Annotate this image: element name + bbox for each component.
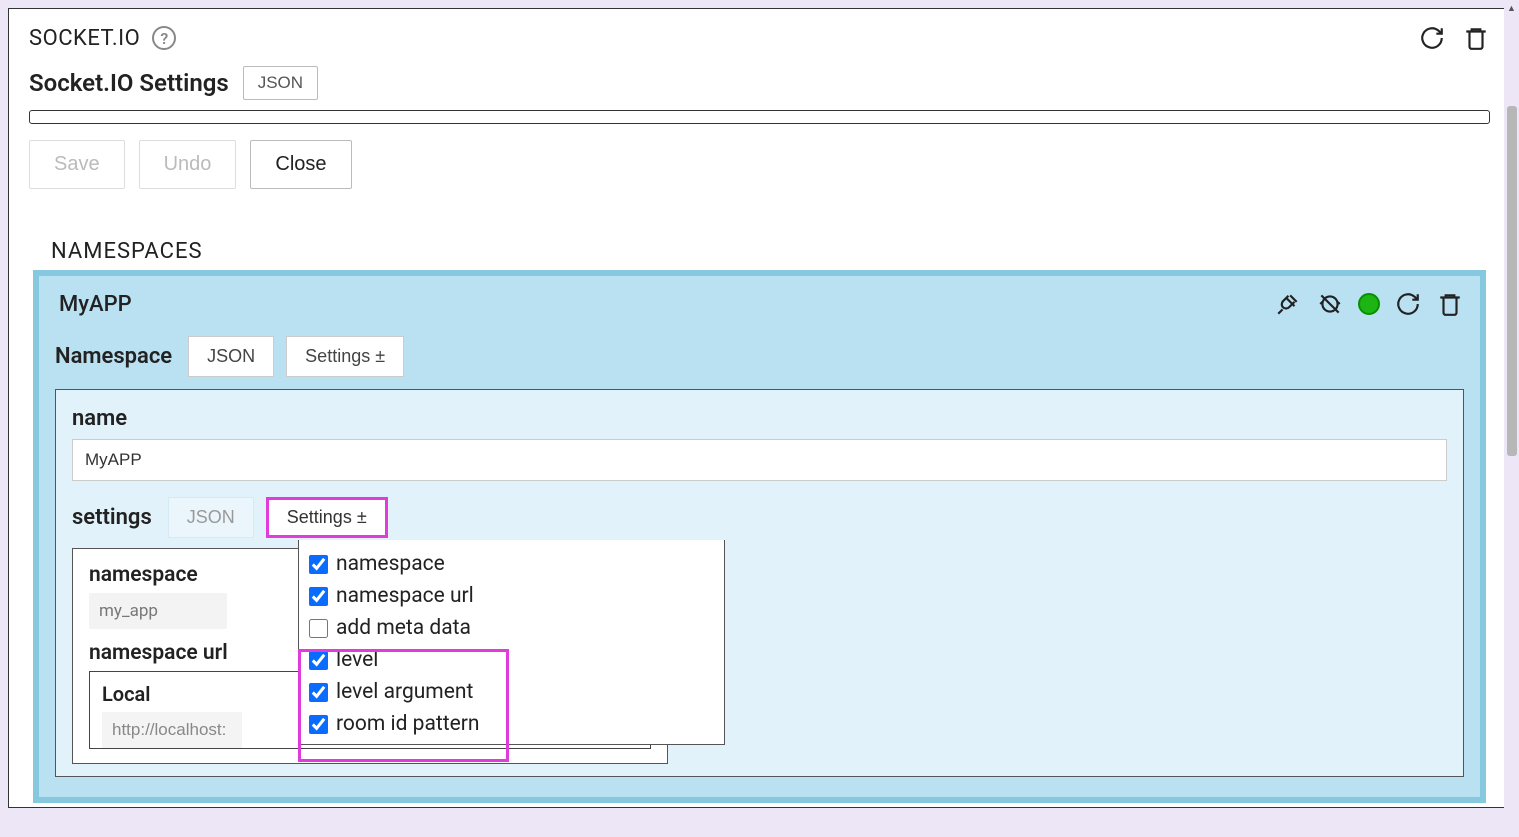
name-field-label: name [72,406,1447,431]
header-left: SOCKET.IO ? [29,26,176,51]
namespace-header: MyAPP [55,290,1464,318]
close-button[interactable]: Close [250,140,351,189]
scrollbar-thumb[interactable] [1507,106,1517,456]
namespace-card: MyAPP Na [39,276,1480,797]
inner-settings-toggle-button[interactable]: Settings ± [266,497,388,538]
check-namespace-url[interactable] [309,587,328,606]
undo-button[interactable]: Undo [139,140,237,189]
check-namespace[interactable] [309,555,328,574]
namespace-tab-label: Namespace [55,344,172,369]
main-window: SOCKET.IO ? Socket.IO Settings JSON Save… [8,8,1511,808]
header-actions [1418,24,1490,52]
inner-settings-label: settings [72,505,152,530]
dropdown-item-namespace-url[interactable]: namespace url [307,580,716,612]
namespace-panel: name settings JSON Settings ± namespace … [55,389,1464,777]
namespace-trash-icon[interactable] [1436,290,1464,318]
inner-settings-row: settings JSON Settings ± [72,497,1447,538]
status-dot-icon [1358,293,1380,315]
dropdown-item-add-meta-data[interactable]: add meta data [307,612,716,644]
bell-off-icon[interactable] [1316,290,1344,318]
action-buttons: Save Undo Close [29,140,1490,189]
scrollbar[interactable]: ▲ [1504,0,1519,837]
namespace-refresh-icon[interactable] [1394,290,1422,318]
check-add-meta-data[interactable] [309,619,328,638]
help-icon[interactable]: ? [152,26,176,50]
namespace-tab-row: Namespace JSON Settings ± [55,336,1464,377]
inner-json-button[interactable]: JSON [168,497,254,538]
dropdown-item-namespace[interactable]: namespace [307,548,716,580]
refresh-icon[interactable] [1418,24,1446,52]
namespace-actions [1274,290,1464,318]
namespace-settings-button[interactable]: Settings ± [286,336,404,377]
url-input[interactable] [102,712,242,748]
settings-title: Socket.IO Settings [29,69,229,97]
name-input[interactable] [72,439,1447,481]
dropdown-item-level-argument[interactable]: level argument [307,676,716,708]
check-room-id-pattern[interactable] [309,715,328,734]
app-title: SOCKET.IO [29,26,140,51]
save-button[interactable]: Save [29,140,125,189]
namespaces-label: NAMESPACES [51,239,1490,264]
namespace-card-outer: MyAPP Na [33,270,1486,803]
check-level-argument[interactable] [309,683,328,702]
settings-dropdown: namespace namespace url add meta data le… [298,540,725,745]
scroll-up-icon[interactable]: ▲ [1504,0,1519,16]
dropdown-item-level[interactable]: level [307,644,716,676]
settings-json-button[interactable]: JSON [243,66,318,100]
settings-title-row: Socket.IO Settings JSON [29,66,1490,100]
inner-namespace-value: my_app [89,593,227,629]
trash-icon[interactable] [1462,24,1490,52]
check-level[interactable] [309,651,328,670]
dropdown-item-room-id-pattern[interactable]: room id pattern [307,708,716,740]
plug-icon[interactable] [1274,290,1302,318]
header-row: SOCKET.IO ? [29,24,1490,52]
namespace-name: MyAPP [59,292,132,317]
thin-input-bar[interactable] [29,110,1490,124]
namespace-json-button[interactable]: JSON [188,336,274,377]
